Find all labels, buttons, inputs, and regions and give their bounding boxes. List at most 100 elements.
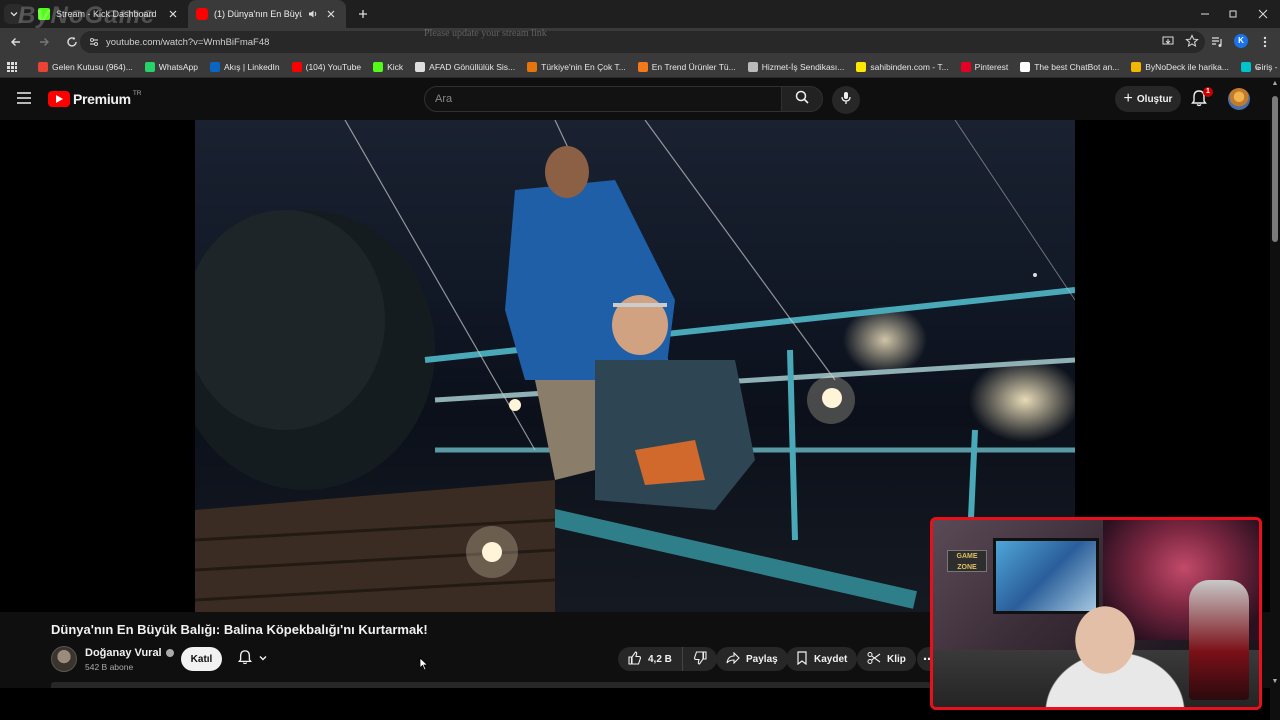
bookmark-item[interactable]: Kick (367, 56, 409, 78)
bookmark-item[interactable]: The best ChatBot an... (1014, 56, 1125, 78)
bookmark-item[interactable]: AFAD Gönüllülük Sis... (409, 56, 521, 78)
bookmark-favicon-icon (527, 61, 538, 72)
bookmark-item[interactable]: Pinterest (955, 56, 1015, 78)
speaker-icon[interactable] (306, 7, 320, 21)
bookmark-label: sahibinden.com - T... (870, 61, 949, 72)
profile-avatar[interactable]: K (1234, 34, 1248, 48)
page-scrollbar[interactable]: ▲ ▼ (1270, 78, 1280, 720)
create-button[interactable]: + Oluştur (1115, 86, 1181, 112)
apps-grid-icon[interactable] (0, 56, 24, 78)
bookmark-item[interactable]: ByNoDeck ile harika... (1125, 56, 1235, 78)
bookmark-item[interactable]: Gelen Kutusu (964)... (32, 56, 139, 78)
more-bookmarks-icon[interactable]: » (1249, 56, 1266, 78)
search-placeholder: Ara (435, 93, 453, 105)
bookmark-favicon-icon (144, 61, 155, 72)
channel-name: Doğanay Vural (85, 647, 162, 659)
save-label: Kaydet (814, 653, 848, 665)
bookmark-label: Pinterest (974, 61, 1009, 72)
create-label: Oluştur (1136, 93, 1173, 105)
clip-label: Klip (887, 653, 906, 665)
forward-button[interactable] (32, 30, 56, 54)
bookmark-item[interactable]: sahibinden.com - T... (850, 56, 954, 78)
subscription-bell-button[interactable] (228, 647, 278, 671)
tab-youtube-video[interactable]: (1) Dünya'nın En Büyük Balı (188, 0, 346, 28)
media-controls-icon[interactable] (1210, 35, 1224, 54)
microphone-icon (840, 91, 852, 110)
mouse-cursor-icon (419, 657, 429, 676)
youtube-header: Premium TR Ara + Oluştur 1 (0, 78, 1280, 120)
bookmark-item[interactable]: WhatsApp (139, 56, 204, 78)
like-dislike-pill: 4,2 B (618, 647, 717, 671)
tab-close-icon[interactable] (324, 7, 338, 21)
bookmark-label: ByNoDeck ile harika... (1145, 61, 1229, 72)
thumbs-up-icon (628, 650, 642, 668)
bookmark-list: Gelen Kutusu (964)... WhatsApp Akış | Link… (32, 56, 1280, 78)
like-dislike-group: 4,2 B (618, 647, 717, 671)
game-zone-sign: GAME ZONE (947, 550, 987, 572)
share-button-wrap: Paylaş (716, 647, 788, 671)
account-avatar[interactable] (1228, 88, 1250, 110)
bookmark-item[interactable]: En Trend Ürünler Tü... (632, 56, 742, 78)
scroll-up-arrow-icon[interactable]: ▲ (1271, 80, 1279, 88)
browser-menu-icon[interactable] (1260, 35, 1270, 54)
browser-tab-strip: Stream - Kick Dashboard (1) Dünya'nın En… (0, 0, 1280, 28)
channel-avatar[interactable] (51, 646, 77, 672)
bookmark-favicon-icon (291, 61, 302, 72)
restore-button[interactable] (1216, 0, 1250, 28)
install-app-icon[interactable] (1161, 34, 1175, 53)
address-bar-row: youtube.com/watch?v=WmhBiFmaF48 K (0, 28, 1280, 56)
bookmark-star-icon[interactable] (1185, 34, 1199, 53)
bookmark-item[interactable]: Akış | LinkedIn (204, 56, 286, 78)
search-button[interactable] (781, 86, 823, 112)
bookmark-item[interactable]: Hizmet-İş Sendikası... (742, 56, 851, 78)
save-button[interactable]: Kaydet (786, 647, 858, 671)
bookmark-favicon-icon (637, 61, 648, 72)
scrollbar-thumb[interactable] (1272, 96, 1278, 242)
bookmark-item[interactable]: (104) YouTube (286, 56, 367, 78)
bookmark-label: WhatsApp (158, 61, 199, 72)
share-button[interactable]: Paylaş (716, 647, 788, 671)
chevron-down-icon (258, 650, 268, 668)
omnibox[interactable]: youtube.com/watch?v=WmhBiFmaF48 (80, 31, 1205, 53)
search-input[interactable]: Ara (424, 86, 782, 112)
bookmark-label: Türkiye'nin En Çok T... (541, 61, 626, 72)
join-button[interactable]: Katıl (181, 647, 222, 671)
bookmark-favicon-icon (38, 61, 48, 72)
voice-search-button[interactable] (832, 86, 860, 114)
search-icon (795, 90, 809, 109)
plus-icon (358, 9, 368, 19)
thumbs-down-icon (693, 650, 707, 668)
menu-icon[interactable] (16, 91, 32, 110)
bookmark-favicon-icon (747, 61, 758, 72)
bookmark-label: Akış | LinkedIn (224, 61, 280, 72)
bookmark-item[interactable]: Türkiye'nin En Çok T... (521, 56, 632, 78)
bookmark-label: En Trend Ürünler Tü... (651, 61, 736, 72)
close-window-button[interactable] (1246, 0, 1280, 28)
youtube-play-icon (48, 91, 70, 107)
streamer-figure (1045, 602, 1185, 707)
back-button[interactable] (4, 30, 28, 54)
tab-close-icon[interactable] (166, 7, 180, 21)
tab-title: (1) Dünya'nın En Büyük Balı (214, 9, 302, 19)
url-text: youtube.com/watch?v=WmhBiFmaF48 (106, 36, 270, 48)
youtube-premium-logo[interactable]: Premium TR (48, 90, 141, 107)
bookmark-label: Gelen Kutusu (964)... (52, 61, 133, 72)
like-button[interactable]: 4,2 B (618, 647, 683, 671)
bookmark-icon (796, 650, 808, 668)
site-info-icon[interactable] (88, 36, 100, 48)
new-tab-button[interactable] (352, 3, 374, 25)
logo-word: Premium (73, 91, 131, 107)
like-count: 4,2 B (648, 653, 672, 665)
bookmark-favicon-icon (960, 61, 971, 72)
bookmark-label: AFAD Gönüllülük Sis... (429, 61, 516, 72)
scroll-down-arrow-icon[interactable]: ▼ (1271, 678, 1279, 686)
channel-name-link[interactable]: Doğanay Vural (85, 647, 174, 659)
dislike-button[interactable] (683, 647, 717, 671)
share-label: Paylaş (746, 653, 778, 665)
clip-button-wrap: Klip (857, 647, 916, 671)
bookmark-label: The best ChatBot an... (1034, 61, 1120, 72)
youtube-icon (196, 8, 208, 20)
channel-watermark: ByNoGame (18, 2, 156, 29)
clip-button[interactable]: Klip (857, 647, 916, 671)
notification-badge: 1 (1203, 87, 1213, 97)
